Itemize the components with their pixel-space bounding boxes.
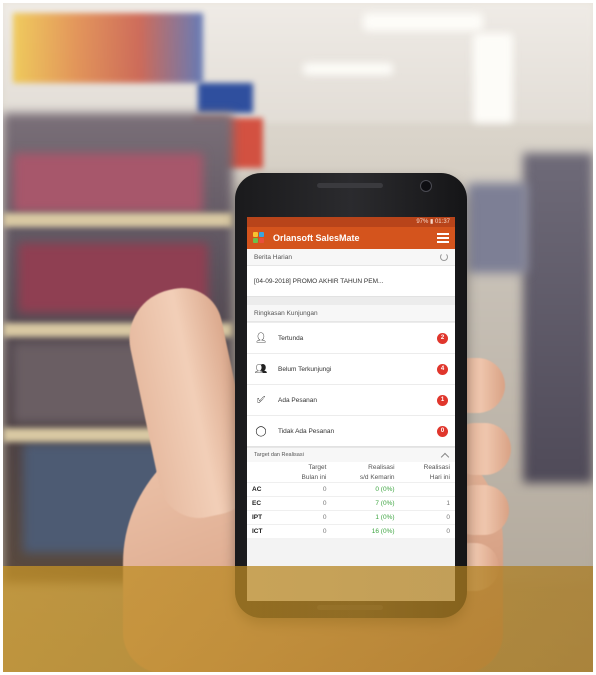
visit-label: Belum Terkunjungi (278, 365, 332, 373)
smartphone: 97% ▮ 01:37 Orlansoft SalesMate Berita H… (235, 173, 467, 618)
row-realisasi: 1 (0%) (331, 510, 400, 525)
refresh-icon[interactable] (440, 253, 448, 261)
visit-summary-card: Ringkasan Kunjungan 👤︎ Tertunda 2 👥︎ Bel… (247, 305, 455, 447)
column-header: Realisasi (368, 464, 395, 471)
visit-row-with-order[interactable]: ✅︎ Ada Pesanan 1 (247, 384, 455, 415)
table-row: EC 0 7 (0%) 1 (247, 496, 455, 511)
circle-icon: ◯ (255, 425, 267, 437)
visit-label: Tidak Ada Pesanan (278, 427, 335, 435)
row-hari-ini: 0 (399, 510, 455, 525)
news-item[interactable]: [04-09-2018] PROMO AKHIR TAHUN PEM... (247, 266, 455, 296)
row-target: 0 (278, 482, 332, 497)
chevron-up-icon (440, 452, 450, 461)
visit-row-no-order[interactable]: ◯ Tidak Ada Pesanan 0 (247, 415, 455, 446)
row-realisasi: 16 (0%) (331, 524, 400, 538)
gold-overlay-band (3, 566, 593, 672)
row-target: 0 (278, 524, 332, 538)
table-row: IPT 0 1 (0%) 0 (247, 510, 455, 525)
row-target: 0 (278, 510, 332, 525)
row-realisasi: 0 (0%) (331, 482, 400, 497)
column-subheader: Hari ini (429, 474, 450, 481)
front-camera (420, 180, 432, 192)
section-gap (247, 297, 455, 305)
app-bar: Orlansoft SalesMate (247, 227, 455, 249)
status-bar: 97% ▮ 01:37 (247, 217, 455, 227)
row-hari-ini: 0 (399, 524, 455, 538)
row-realisasi: 7 (0%) (331, 496, 400, 511)
row-target: 0 (278, 496, 332, 511)
column-header: Target (308, 464, 327, 471)
visit-row-pending[interactable]: 👤︎ Tertunda 2 (247, 322, 455, 353)
phone-screen: 97% ▮ 01:37 Orlansoft SalesMate Berita H… (247, 217, 455, 601)
visit-summary-header: Ringkasan Kunjungan (247, 305, 455, 322)
app-logo-icon (253, 232, 265, 244)
count-badge: 0 (437, 425, 448, 437)
target-header[interactable]: Target dan Realisasi (247, 447, 455, 462)
right-shelf (523, 153, 593, 483)
ceiling-light (363, 13, 483, 31)
app-title: Orlansoft SalesMate (273, 233, 360, 243)
visit-row-unvisited[interactable]: 👥︎ Belum Terkunjungi 4 (247, 353, 455, 384)
target-header-label: Target dan Realisasi (254, 452, 304, 458)
ceiling-light (473, 33, 513, 123)
news-header-label: Berita Harian (254, 253, 292, 261)
shelf-edge (3, 213, 233, 227)
shelf-goods (468, 183, 528, 273)
row-name: IPT (247, 510, 279, 525)
person-icon: 👤︎ (254, 332, 268, 344)
person-outline-icon: 👥︎ (254, 363, 268, 375)
row-hari-ini (399, 482, 455, 497)
column-subheader (247, 472, 278, 483)
target-table: Target Realisasi Realisasi Bulan ini s/d… (247, 462, 455, 538)
ceiling-light (303, 63, 393, 75)
news-card: Berita Harian [04-09-2018] PROMO AKHIR T… (247, 249, 455, 297)
shelf-goods (13, 153, 203, 213)
visit-label: Tertunda (278, 334, 304, 342)
column-subheader: s/d Kemarin (359, 474, 395, 481)
news-header: Berita Harian (247, 249, 455, 266)
column-header: Realisasi (423, 464, 450, 471)
column-subheader: Bulan ini (301, 474, 327, 481)
photo-frame: 97% ▮ 01:37 Orlansoft SalesMate Berita H… (3, 3, 593, 672)
row-name: EC (247, 496, 279, 511)
store-sign-blue (198, 83, 253, 113)
count-badge: 1 (437, 394, 448, 406)
earpiece-speaker (317, 183, 383, 188)
count-badge: 2 (437, 332, 448, 344)
row-name: ICT (247, 524, 279, 538)
row-hari-ini: 1 (399, 496, 455, 511)
count-badge: 4 (437, 363, 448, 375)
hamburger-icon[interactable] (437, 233, 449, 243)
visit-summary-label: Ringkasan Kunjungan (254, 309, 318, 317)
column-header (247, 462, 278, 472)
visit-label: Ada Pesanan (278, 396, 318, 404)
row-name: AC (247, 482, 279, 497)
store-signs (13, 13, 203, 83)
check-circle-icon: ✅︎ (256, 394, 266, 406)
table-row: ICT 0 16 (0%) 0 (247, 524, 455, 538)
table-row: AC 0 0 (0%) (247, 482, 455, 497)
